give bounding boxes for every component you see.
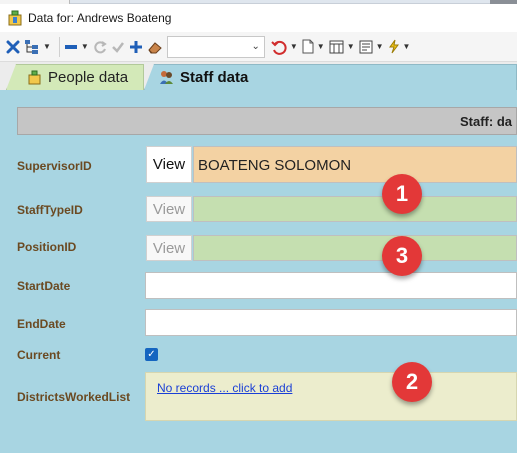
stafftype-view-button: View [146,196,192,222]
eraser-icon[interactable] [147,36,163,58]
save-check-icon [111,36,125,58]
section-title: Staff: da [460,114,512,129]
supervisor-value: BOATENG SOLOMON [198,157,352,174]
tab-label: Staff data [180,69,249,86]
section-header: Staff: da [17,107,517,135]
toolbar-divider [58,36,60,57]
add-district-link[interactable]: No records ... click to add [157,381,292,395]
annotation-badge-1: 1 [382,174,422,214]
current-checkbox[interactable]: ✓ [145,348,158,361]
staff-form: Staff: da SupervisorID View BOATENG SOLO… [0,90,517,453]
stafftype-label: StaffTypeID [17,203,83,217]
stafftype-field[interactable] [193,196,517,222]
delete-record-icon[interactable]: ▼ [64,36,89,58]
chevron-down-icon[interactable]: ▼ [347,42,355,51]
districts-subform: No records ... click to add [145,372,517,421]
close-icon[interactable] [6,36,20,58]
enddate-field[interactable] [145,309,517,336]
toolbar: ▼ ▼ ⌄ ▼ ▼ ▼ ▼ ▼ [0,32,517,62]
refresh-icon [93,36,107,58]
staff-icon [159,70,174,85]
tab-staff-data[interactable]: Staff data [144,64,517,90]
districts-label: DistrictsWorkedList [17,390,131,404]
chevron-down-icon[interactable]: ▼ [290,42,298,51]
startdate-label: StartDate [17,279,71,293]
undo-icon[interactable]: ▼ [271,36,298,58]
title-bar: Data for: Andrews Boateng [0,4,517,32]
current-label: Current [17,348,61,362]
position-view-button: View [146,235,192,261]
tab-people-data[interactable]: People data [6,64,144,90]
app-icon [8,10,22,26]
chevron-down-icon[interactable]: ▼ [403,42,411,51]
chevron-down-icon[interactable]: ▼ [81,42,89,51]
tab-label: People data [48,69,129,86]
lightning-icon[interactable]: ▼ [388,36,411,58]
chevron-down-icon[interactable]: ▼ [43,42,51,51]
columns-icon[interactable]: ▼ [329,36,355,58]
annotation-badge-2: 2 [392,362,432,402]
add-record-icon[interactable] [129,36,143,58]
chevron-down-icon[interactable]: ▼ [376,42,384,51]
startdate-field[interactable] [145,272,517,299]
chevron-down-icon[interactable]: ⌄ [251,41,259,52]
tree-view-icon[interactable]: ▼ [24,36,51,58]
record-selector-combo[interactable]: ⌄ [166,35,265,58]
supervisor-field[interactable]: BOATENG SOLOMON [193,146,517,183]
people-icon [27,70,42,85]
supervisor-view-button[interactable]: View [146,146,192,183]
window-title: Data for: Andrews Boateng [28,11,172,25]
tab-strip: People data Staff data [0,62,517,90]
annotation-badge-3: 3 [382,236,422,276]
supervisor-label: SupervisorID [17,159,92,173]
enddate-label: EndDate [17,317,66,331]
document-icon[interactable]: ▼ [302,36,325,58]
chevron-down-icon[interactable]: ▼ [317,42,325,51]
position-field[interactable] [193,235,517,261]
form-layout-icon[interactable]: ▼ [359,36,384,58]
position-label: PositionID [17,240,77,254]
